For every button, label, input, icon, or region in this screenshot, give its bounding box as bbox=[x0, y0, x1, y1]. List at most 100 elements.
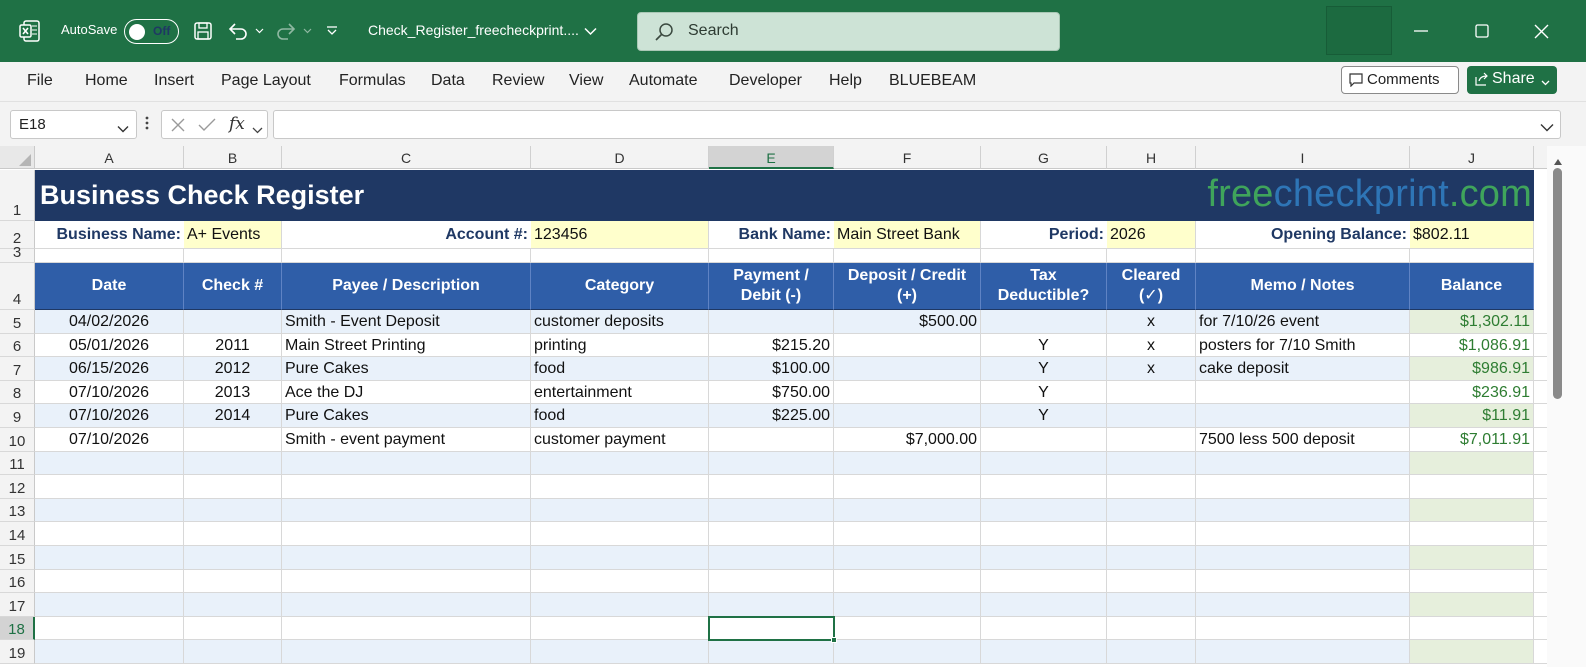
cell-payee[interactable]: Pure Cakes bbox=[282, 357, 531, 381]
empty-cell[interactable] bbox=[981, 569, 1107, 594]
minimize-icon[interactable] bbox=[1408, 18, 1434, 44]
empty-cell[interactable] bbox=[35, 546, 184, 570]
cell-balance[interactable]: $1,086.91 bbox=[1410, 333, 1534, 358]
empty-cell[interactable] bbox=[834, 498, 981, 523]
empty-cell[interactable] bbox=[981, 616, 1107, 641]
expand-formula-icon[interactable] bbox=[1540, 119, 1554, 137]
cell-memo[interactable]: 7500 less 500 deposit bbox=[1196, 428, 1410, 452]
empty-cell[interactable] bbox=[1196, 640, 1410, 664]
undo-dropdown-icon[interactable] bbox=[253, 19, 265, 43]
period-value[interactable]: 2026 bbox=[1107, 221, 1196, 249]
cell-memo[interactable]: posters for 7/10 Smith bbox=[1196, 333, 1410, 358]
empty-cell[interactable] bbox=[35, 498, 184, 523]
cell-balance[interactable]: $11.91 bbox=[1410, 404, 1534, 428]
cell-memo[interactable] bbox=[1196, 404, 1410, 428]
select-all-corner[interactable] bbox=[0, 146, 35, 169]
tab-file[interactable]: File bbox=[27, 72, 53, 90]
customize-toolbar-icon[interactable] bbox=[324, 19, 340, 43]
column-header-a[interactable]: A bbox=[35, 146, 184, 169]
row-header-3[interactable]: 3 bbox=[0, 244, 35, 263]
empty-cell[interactable] bbox=[1107, 522, 1196, 546]
empty-cell[interactable] bbox=[184, 616, 282, 641]
empty-cell[interactable] bbox=[709, 569, 834, 594]
empty-cell[interactable] bbox=[981, 546, 1107, 570]
cell-balance[interactable]: $7,011.91 bbox=[1410, 428, 1534, 452]
cell-cleared[interactable]: x bbox=[1107, 310, 1196, 334]
empty-cell[interactable] bbox=[1410, 640, 1534, 664]
empty-cell[interactable] bbox=[531, 569, 709, 594]
empty-cell[interactable] bbox=[184, 475, 282, 499]
fill-handle[interactable] bbox=[831, 637, 837, 644]
empty-cell[interactable] bbox=[35, 569, 184, 594]
cell-deposit[interactable] bbox=[834, 357, 981, 381]
cell-payment[interactable]: $225.00 bbox=[709, 404, 834, 428]
active-cell-selection[interactable] bbox=[708, 615, 837, 644]
column-header-b[interactable]: B bbox=[184, 146, 282, 169]
column-header-i[interactable]: I bbox=[1196, 146, 1410, 169]
redo-dropdown-icon[interactable] bbox=[301, 19, 313, 43]
row-header-18[interactable]: 18 bbox=[0, 616, 35, 641]
cell-memo[interactable] bbox=[1196, 380, 1410, 405]
excel-logo-icon[interactable] bbox=[19, 20, 41, 42]
empty-cell[interactable] bbox=[1410, 522, 1534, 546]
column-header-d[interactable]: D bbox=[531, 146, 709, 169]
empty-cell[interactable] bbox=[531, 451, 709, 476]
account-avatar[interactable] bbox=[1326, 6, 1392, 55]
close-icon[interactable] bbox=[1528, 18, 1554, 44]
cell-cleared[interactable] bbox=[1107, 380, 1196, 405]
cell-tax[interactable]: Y bbox=[981, 357, 1107, 381]
save-icon[interactable] bbox=[192, 19, 214, 43]
empty-cell[interactable] bbox=[35, 522, 184, 546]
cell-cleared[interactable] bbox=[1107, 428, 1196, 452]
cancel-icon[interactable] bbox=[170, 117, 186, 138]
spreadsheet-grid[interactable]: A B C D E F G H I J 1 2 3 4 5 6 7 8 9 10 11 12 13 14 15 16 17 18 19 B… bbox=[0, 146, 1547, 667]
row-header-9[interactable]: 9 bbox=[0, 404, 35, 428]
cell-check[interactable]: 2011 bbox=[184, 333, 282, 358]
row-header-5[interactable]: 5 bbox=[0, 310, 35, 334]
empty-cell[interactable] bbox=[834, 616, 981, 641]
empty-cell[interactable] bbox=[1107, 593, 1196, 617]
tab-developer[interactable]: Developer bbox=[729, 72, 802, 90]
empty-cell[interactable] bbox=[282, 522, 531, 546]
row-header-12[interactable]: 12 bbox=[0, 475, 35, 499]
empty-cell[interactable] bbox=[531, 593, 709, 617]
empty-cell[interactable] bbox=[1410, 546, 1534, 570]
row-header-6[interactable]: 6 bbox=[0, 333, 35, 358]
empty-cell[interactable] bbox=[1196, 498, 1410, 523]
cell-tax[interactable] bbox=[981, 310, 1107, 334]
cell-category[interactable]: food bbox=[531, 404, 709, 428]
empty-cell[interactable] bbox=[834, 593, 981, 617]
name-box[interactable]: E18 bbox=[10, 110, 137, 139]
account-value[interactable]: 123456 bbox=[531, 221, 709, 249]
row-header-8[interactable]: 8 bbox=[0, 380, 35, 405]
row-header-15[interactable]: 15 bbox=[0, 546, 35, 570]
empty-cell[interactable] bbox=[184, 451, 282, 476]
column-header-h[interactable]: H bbox=[1107, 146, 1196, 169]
cell-tax[interactable]: Y bbox=[981, 404, 1107, 428]
tab-data[interactable]: Data bbox=[431, 72, 465, 90]
tab-view[interactable]: View bbox=[569, 72, 603, 90]
tab-bluebeam[interactable]: BLUEBEAM bbox=[889, 72, 976, 90]
empty-cell[interactable] bbox=[981, 522, 1107, 546]
column-header-e[interactable]: E bbox=[709, 146, 834, 169]
empty-cell[interactable] bbox=[1107, 498, 1196, 523]
empty-cell[interactable] bbox=[1410, 569, 1534, 594]
cell-deposit[interactable] bbox=[834, 380, 981, 405]
row-header-11[interactable]: 11 bbox=[0, 451, 35, 476]
empty-cell[interactable] bbox=[1107, 569, 1196, 594]
empty-cell[interactable] bbox=[184, 569, 282, 594]
cell-deposit[interactable] bbox=[834, 404, 981, 428]
cell-check[interactable] bbox=[184, 428, 282, 452]
file-name-chevron-icon[interactable] bbox=[584, 23, 597, 41]
bank-name-value[interactable]: Main Street Bank bbox=[834, 221, 981, 249]
empty-cell[interactable] bbox=[184, 498, 282, 523]
row-header-13[interactable]: 13 bbox=[0, 498, 35, 523]
empty-cell[interactable] bbox=[981, 593, 1107, 617]
empty-cell[interactable] bbox=[1410, 616, 1534, 641]
empty-cell[interactable] bbox=[282, 569, 531, 594]
cell-memo[interactable]: cake deposit bbox=[1196, 357, 1410, 381]
empty-cell[interactable] bbox=[282, 498, 531, 523]
cell-cleared[interactable]: x bbox=[1107, 357, 1196, 381]
cell-payment[interactable]: $750.00 bbox=[709, 380, 834, 405]
cell-payment[interactable]: $215.20 bbox=[709, 333, 834, 358]
